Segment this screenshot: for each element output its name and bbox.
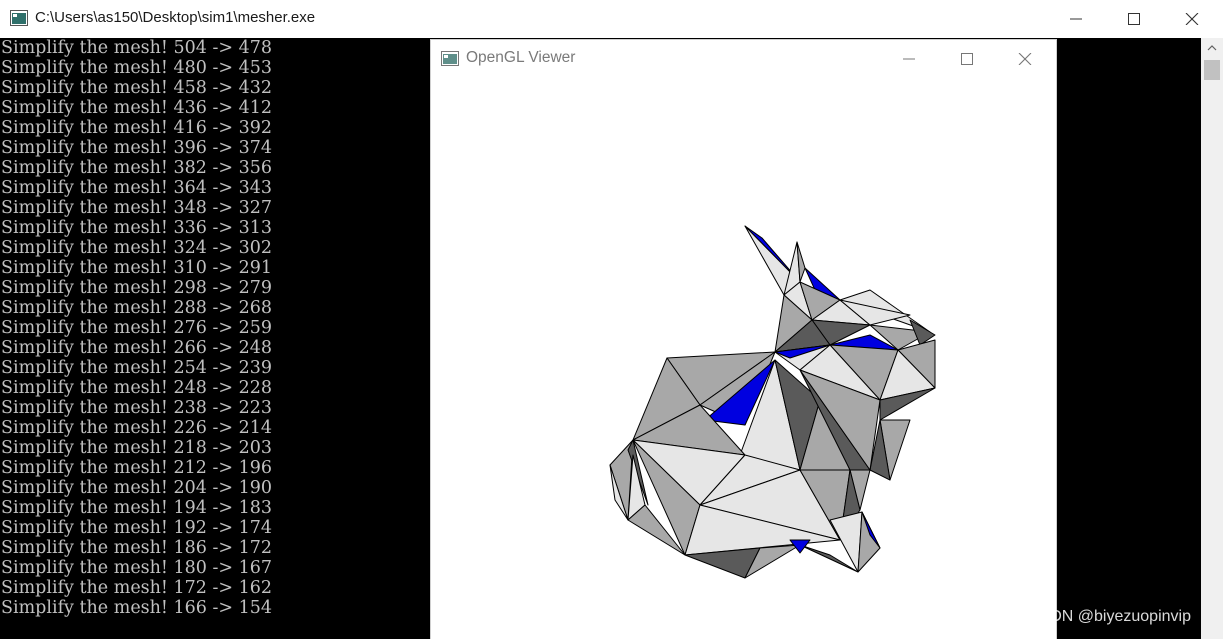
console-line: Simplify the mesh! 310 -> 291 <box>1 258 273 278</box>
console-line: Simplify the mesh! 166 -> 154 <box>1 598 273 618</box>
viewer-titlebar[interactable]: OpenGL Viewer <box>431 40 1056 78</box>
bunny-mesh <box>609 225 936 579</box>
console-line: Simplify the mesh! 480 -> 453 <box>1 58 273 78</box>
minimize-icon <box>1070 18 1082 20</box>
console-line: Simplify the mesh! 218 -> 203 <box>1 438 273 458</box>
viewer-close-button[interactable] <box>996 40 1054 78</box>
close-icon <box>1185 13 1199 25</box>
console-line: Simplify the mesh! 348 -> 327 <box>1 198 273 218</box>
scrollbar-thumb[interactable] <box>1204 60 1220 80</box>
console-line: Simplify the mesh! 382 -> 356 <box>1 158 273 178</box>
console-line: Simplify the mesh! 226 -> 214 <box>1 418 273 438</box>
console-line: Simplify the mesh! 172 -> 162 <box>1 578 273 598</box>
watermark-text: CSDN @biyezuopinvip <box>1028 608 1191 625</box>
console-line: Simplify the mesh! 192 -> 174 <box>1 518 273 538</box>
scroll-up-arrow-icon[interactable] <box>1201 38 1223 58</box>
console-line: Simplify the mesh! 186 -> 172 <box>1 538 273 558</box>
close-button[interactable] <box>1163 0 1221 38</box>
console-line: Simplify the mesh! 204 -> 190 <box>1 478 273 498</box>
console-lines: Simplify the mesh! 504 -> 478 Simplify th… <box>1 38 272 618</box>
console-line: Simplify the mesh! 276 -> 259 <box>1 318 273 338</box>
vertical-scrollbar[interactable] <box>1201 38 1223 639</box>
maximize-button[interactable] <box>1105 0 1163 38</box>
viewer-app-icon <box>441 51 459 66</box>
console-line: Simplify the mesh! 194 -> 183 <box>1 498 273 518</box>
window-title: C:\Users\as150\Desktop\sim1\mesher.exe <box>35 9 316 26</box>
console-line: Simplify the mesh! 254 -> 239 <box>1 358 273 378</box>
console-line: Simplify the mesh! 288 -> 268 <box>1 298 273 318</box>
viewer-title: OpenGL Viewer <box>466 49 576 66</box>
console-line: Simplify the mesh! 416 -> 392 <box>1 118 273 138</box>
viewer-minimize-button[interactable] <box>880 40 938 78</box>
console-line: Simplify the mesh! 364 -> 343 <box>1 178 273 198</box>
opengl-render-canvas[interactable] <box>431 78 1056 639</box>
console-app-icon <box>10 10 28 26</box>
mesh-face <box>829 511 863 573</box>
minimize-button[interactable] <box>1047 0 1105 38</box>
console-line: Simplify the mesh! 248 -> 228 <box>1 378 273 398</box>
maximize-icon <box>961 53 973 65</box>
console-titlebar[interactable]: C:\Users\as150\Desktop\sim1\mesher.exe <box>0 0 1223 38</box>
console-line: Simplify the mesh! 180 -> 167 <box>1 558 273 578</box>
maximize-icon <box>1128 13 1140 25</box>
opengl-viewer-window: OpenGL Viewer <box>431 40 1056 639</box>
console-line: Simplify the mesh! 298 -> 279 <box>1 278 273 298</box>
console-line: Simplify the mesh! 436 -> 412 <box>1 98 273 118</box>
console-line: Simplify the mesh! 238 -> 223 <box>1 398 273 418</box>
console-line: Simplify the mesh! 458 -> 432 <box>1 78 273 98</box>
console-line: Simplify the mesh! 212 -> 196 <box>1 458 273 478</box>
console-line: Simplify the mesh! 324 -> 302 <box>1 238 273 258</box>
console-line: Simplify the mesh! 266 -> 248 <box>1 338 273 358</box>
console-line: Simplify the mesh! 396 -> 374 <box>1 138 273 158</box>
console-line: Simplify the mesh! 336 -> 313 <box>1 218 273 238</box>
close-icon <box>1018 53 1032 65</box>
viewer-maximize-button[interactable] <box>938 40 996 78</box>
minimize-icon <box>903 58 915 60</box>
console-line: Simplify the mesh! 504 -> 478 <box>1 38 273 58</box>
